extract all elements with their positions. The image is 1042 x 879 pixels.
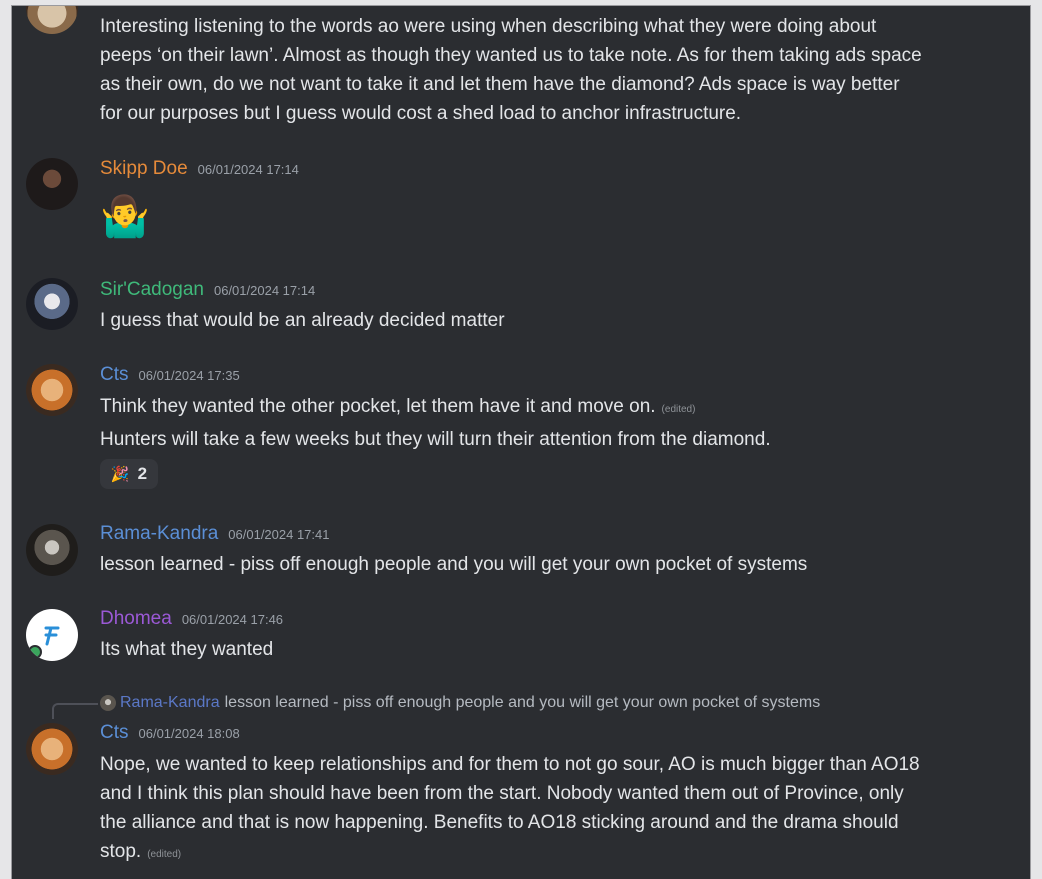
username[interactable]: Sir'Cadogan — [100, 279, 204, 301]
reply-text: lesson learned - piss off enough people … — [224, 694, 821, 711]
message-text: stop. — [100, 841, 142, 862]
reaction-button[interactable]: 🎉 2 — [100, 459, 158, 489]
message-text: I guess that would be an already decided… — [100, 310, 505, 331]
message-text: as their own, do we not want to take it … — [100, 74, 900, 95]
avatar[interactable] — [26, 6, 78, 34]
username[interactable]: Cts — [100, 722, 129, 744]
chat-message-list[interactable]: Interesting listening to the words ao we… — [12, 6, 1030, 879]
message-text: the alliance and that is now happening. … — [100, 812, 899, 833]
timestamp[interactable]: 06/01/2024 18:08 — [139, 726, 240, 741]
timestamp[interactable]: 06/01/2024 17:35 — [139, 368, 240, 383]
message-text: lesson learned - piss off enough people … — [100, 554, 808, 575]
party-popper-icon: 🎉 — [110, 466, 130, 483]
edited-label: (edited) — [147, 849, 182, 860]
message-text: Nope, we wanted to keep relationships an… — [100, 754, 920, 775]
username[interactable]: Cts — [100, 364, 129, 386]
reply-username[interactable]: Rama-Kandra — [120, 694, 220, 712]
message-text: Interesting listening to the words ao we… — [100, 16, 877, 37]
message-text: Its what they wanted — [100, 639, 274, 660]
timestamp[interactable]: 06/01/2024 17:46 — [182, 612, 283, 627]
message-text: and I think this plan should have been f… — [100, 783, 904, 804]
message-line: stop. (edited) — [100, 837, 181, 869]
timestamp[interactable]: 06/01/2024 17:41 — [228, 527, 329, 542]
message-text: Think they wanted the other pocket, let … — [100, 396, 656, 417]
reply-reference[interactable]: Rama-Kandra lesson learned - piss off en… — [100, 694, 820, 712]
username[interactable]: Dhomea — [100, 608, 172, 630]
reply-avatar — [100, 695, 116, 711]
message-line: Think they wanted the other pocket, let … — [100, 392, 695, 424]
avatar[interactable] — [26, 158, 78, 210]
timestamp[interactable]: 06/01/2024 17:14 — [198, 162, 299, 177]
username[interactable]: Rama-Kandra — [100, 523, 218, 545]
shrug-emoji-icon: 🤷‍♂️ — [100, 195, 150, 239]
online-status-icon — [28, 645, 42, 659]
edited-label: (edited) — [661, 404, 696, 415]
username[interactable]: Skipp Doe — [100, 158, 188, 180]
avatar[interactable] — [26, 364, 78, 416]
message-text: Hunters will take a few weeks but they w… — [100, 429, 771, 450]
reaction-count: 2 — [137, 464, 148, 483]
avatar[interactable] — [26, 609, 78, 661]
timestamp[interactable]: 06/01/2024 17:14 — [214, 283, 315, 298]
dhomea-logo-icon — [44, 626, 60, 646]
avatar[interactable] — [26, 278, 78, 330]
message-text: peeps ‘on their lawn’. Almost as though … — [100, 45, 922, 66]
avatar[interactable] — [26, 524, 78, 576]
message-text: for our purposes but I guess would cost … — [100, 103, 742, 124]
reply-connector — [52, 703, 98, 719]
avatar[interactable] — [26, 723, 78, 775]
